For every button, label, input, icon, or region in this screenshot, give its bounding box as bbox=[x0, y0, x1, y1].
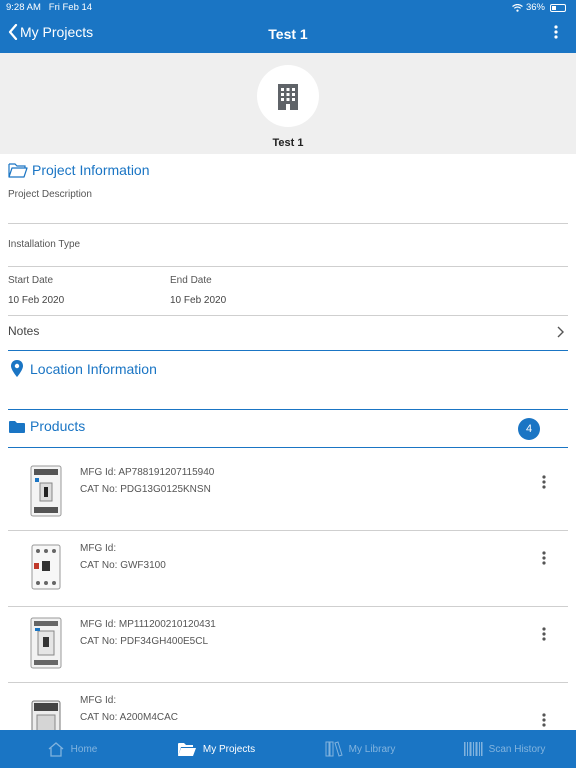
project-information-heading: Project Information bbox=[8, 162, 150, 178]
building-icon bbox=[278, 84, 298, 110]
tab-scan-history[interactable]: Scan History bbox=[432, 730, 576, 768]
battery-icon bbox=[550, 3, 566, 12]
product-cat-no: CAT No: GWF3100 bbox=[80, 560, 166, 571]
product-cat-no: CAT No: PDG13G0125KNSN bbox=[80, 484, 211, 495]
folder-icon bbox=[9, 420, 25, 433]
project-name: Test 1 bbox=[272, 137, 304, 149]
status-time: 9:28 AM Fri Feb 14 bbox=[6, 2, 93, 13]
product-more-icon[interactable] bbox=[542, 551, 546, 565]
start-date-value: 10 Feb 2020 bbox=[8, 295, 65, 306]
tab-my-library[interactable]: My Library bbox=[288, 730, 432, 768]
divider bbox=[8, 350, 568, 351]
product-row[interactable]: MFG Id: MP111200210120431 CAT No: PDF34G… bbox=[8, 607, 568, 683]
notes-row[interactable]: Notes bbox=[8, 316, 568, 350]
tab-bar: Home My Projects My Library Scan History bbox=[0, 730, 576, 768]
product-mfg-id: MFG Id: AP788191207115940 bbox=[80, 467, 215, 478]
folder-open-icon bbox=[177, 742, 196, 756]
project-header: Test 1 bbox=[0, 53, 576, 154]
notes-label: Notes bbox=[8, 324, 40, 338]
end-date-value: 10 Feb 2020 bbox=[170, 295, 227, 306]
library-icon bbox=[325, 741, 343, 757]
product-mfg-id: MFG Id: bbox=[80, 695, 117, 706]
folder-outline-icon bbox=[8, 163, 28, 178]
products-heading: Products bbox=[8, 418, 85, 434]
nav-bar: My Projects Test 1 bbox=[0, 15, 576, 53]
product-row[interactable]: MFG Id: CAT No: GWF3100 bbox=[8, 531, 568, 607]
project-avatar bbox=[257, 65, 319, 127]
kebab-icon bbox=[554, 25, 558, 39]
barcode-icon bbox=[463, 742, 483, 756]
end-date-label: End Date bbox=[170, 275, 212, 286]
divider bbox=[8, 266, 568, 267]
product-breaker-image bbox=[30, 465, 62, 517]
location-pin-icon bbox=[11, 360, 23, 377]
product-breaker-image bbox=[31, 544, 61, 590]
product-cat-no: CAT No: A200M4CAC bbox=[80, 712, 179, 723]
more-options-button[interactable] bbox=[554, 25, 558, 44]
product-more-icon[interactable] bbox=[542, 713, 546, 727]
tab-home[interactable]: Home bbox=[0, 730, 144, 768]
wifi-icon bbox=[512, 3, 523, 12]
tab-my-projects[interactable]: My Projects bbox=[144, 730, 288, 768]
start-date-label: Start Date bbox=[8, 275, 54, 286]
product-mfg-id: MFG Id: MP111200210120431 bbox=[80, 619, 216, 630]
product-breaker-image bbox=[30, 617, 62, 669]
product-more-icon[interactable] bbox=[542, 627, 546, 641]
home-icon bbox=[48, 742, 64, 757]
project-description-label: Project Description bbox=[8, 189, 92, 200]
location-information-heading[interactable]: Location Information bbox=[8, 359, 157, 379]
product-cat-no: CAT No: PDF34GH400E5CL bbox=[80, 636, 209, 647]
page-title: Test 1 bbox=[268, 26, 308, 42]
product-mfg-id: MFG Id: bbox=[80, 543, 117, 554]
divider bbox=[8, 409, 568, 410]
product-more-icon[interactable] bbox=[542, 475, 546, 489]
installation-type-label: Installation Type bbox=[8, 239, 81, 250]
status-bar: 9:28 AM Fri Feb 14 36% bbox=[0, 0, 576, 15]
product-row[interactable]: MFG Id: AP788191207115940 CAT No: PDG13G… bbox=[8, 455, 568, 531]
chevron-right-icon bbox=[557, 326, 564, 338]
battery-percent: 36% bbox=[525, 2, 545, 13]
divider bbox=[8, 447, 568, 448]
divider bbox=[8, 223, 568, 224]
products-count-badge: 4 bbox=[518, 418, 540, 440]
